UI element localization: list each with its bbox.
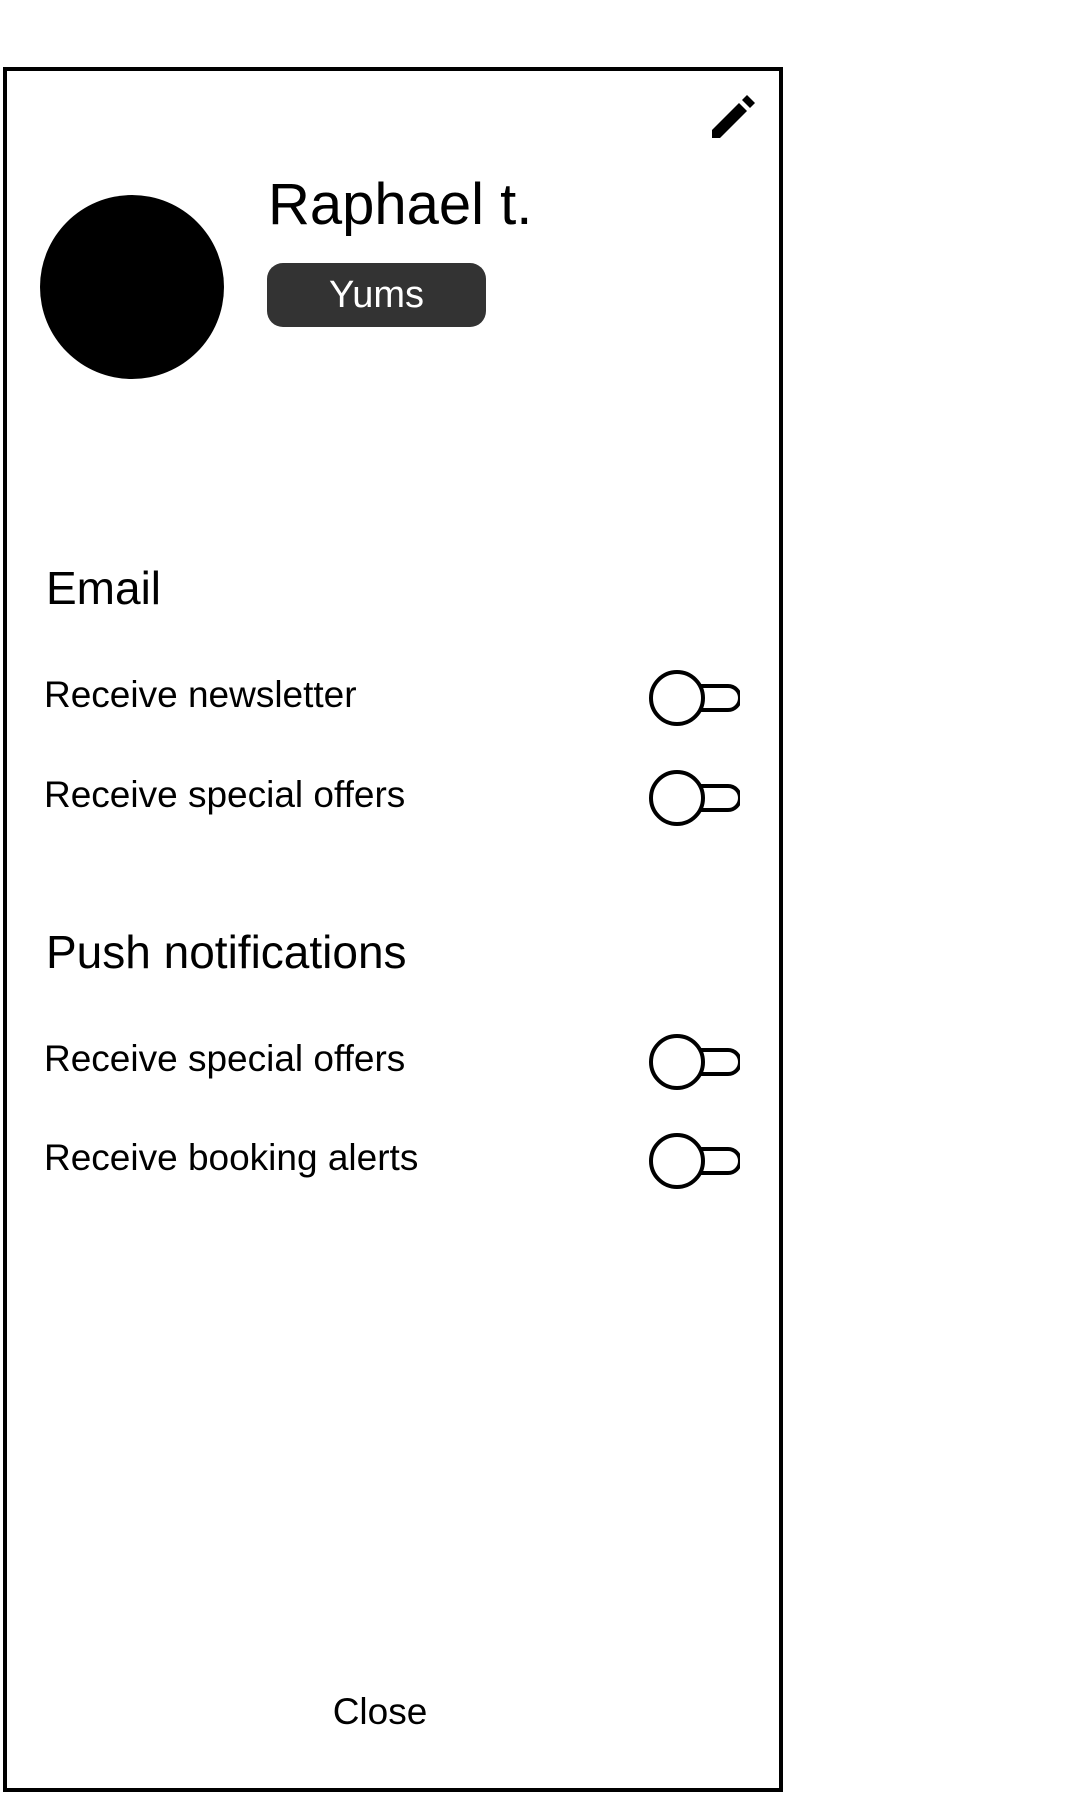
setting-label-email-special-offers: Receive special offers <box>44 774 406 815</box>
status-badge: Yums <box>267 263 486 327</box>
close-button[interactable]: Close <box>300 1686 460 1738</box>
setting-label-newsletter: Receive newsletter <box>44 674 357 715</box>
toggle-booking-alerts[interactable] <box>648 1131 740 1191</box>
section-heading-email: Email <box>46 562 162 614</box>
setting-label-booking-alerts: Receive booking alerts <box>44 1137 419 1178</box>
section-heading-push-notifications: Push notifications <box>46 926 407 978</box>
profile-name: Raphael t. <box>268 172 533 237</box>
setting-label-push-special-offers: Receive special offers <box>44 1038 406 1079</box>
pencil-icon[interactable] <box>707 89 761 143</box>
toggle-push-special-offers[interactable] <box>648 1032 740 1092</box>
toggle-newsletter[interactable] <box>648 668 740 728</box>
toggle-email-special-offers[interactable] <box>648 768 740 828</box>
avatar <box>40 195 224 379</box>
